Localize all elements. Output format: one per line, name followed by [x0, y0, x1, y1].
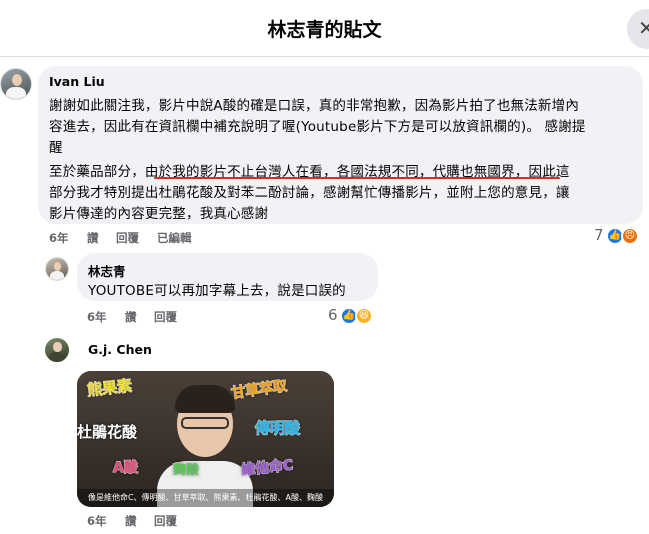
reply-button[interactable]: 回覆 [116, 230, 139, 246]
reaction-summary[interactable]: 6 👍 😆 [328, 306, 378, 326]
comment-text-line: 謝謝如此關注我，影片中說A酸的確是口誤，真的非常抱歉，因為影片拍了也無法新增內 [49, 98, 580, 114]
video-thumbnail[interactable]: 熊果素 甘草萃取 杜鵑花酸 傳明酸 A酸 麴酸 維他命C 像是維他命C、傳明酸、… [77, 371, 334, 507]
edited-label[interactable]: 已編輯 [157, 230, 192, 246]
reaction-count: 7 [594, 226, 604, 244]
comment-author[interactable]: 林志青 [88, 261, 126, 280]
like-button[interactable]: 讚 [125, 513, 137, 529]
dialog-header: 林志青的貼文 ✕ [0, 0, 649, 57]
page-title: 林志青的貼文 [267, 19, 382, 41]
avatar[interactable] [0, 68, 32, 100]
avatar[interactable] [45, 257, 69, 281]
angry-icon: 😠 [621, 227, 639, 245]
video-caption: 像是維他命C、傳明酸、甘草萃取、熊果素、杜鵑花酸、A酸、麴酸 [77, 489, 334, 507]
reply-button[interactable]: 回覆 [154, 309, 177, 325]
comment-time[interactable]: 6年 [87, 513, 107, 529]
avatar[interactable] [45, 338, 69, 362]
like-button[interactable]: 讚 [125, 309, 137, 325]
reaction-count: 6 [328, 306, 338, 324]
reply-button[interactable]: 回覆 [154, 513, 177, 529]
like-button[interactable]: 讚 [87, 230, 99, 246]
comment-text-line: 影片傳達的內容更完整，我真心感謝 [49, 206, 269, 222]
close-icon: ✕ [638, 16, 649, 40]
comment-author[interactable]: G.j. Chen [88, 342, 152, 357]
video-label: A酸 [113, 460, 139, 477]
comment-text-line: YOUTOBE可以再加字幕上去，說是口誤的 [88, 283, 346, 299]
haha-icon: 😆 [355, 307, 373, 325]
comment-time[interactable]: 6年 [49, 230, 69, 246]
reaction-summary[interactable]: 7 👍 😠 [594, 226, 644, 246]
comment-author[interactable]: Ivan Liu [49, 74, 105, 89]
video-label: 杜鵑花酸 [77, 423, 138, 442]
comment-text-line: 醒 [49, 140, 63, 156]
comment-time[interactable]: 6年 [87, 309, 107, 325]
comment-text-line: 部分我才特別提出杜鵑花酸及對苯二酚討論，感謝幫忙傳播影片，並附上您的意見，讓 [49, 185, 570, 201]
video-label: 傳明酸 [254, 419, 301, 438]
comment-text-line: 容進去，因此有在資訊欄中補充說明了喔(Youtube影片下方是可以放資訊欄的)。… [49, 119, 586, 135]
highlight-underline [154, 177, 560, 179]
video-label: 麴酸 [172, 463, 200, 479]
